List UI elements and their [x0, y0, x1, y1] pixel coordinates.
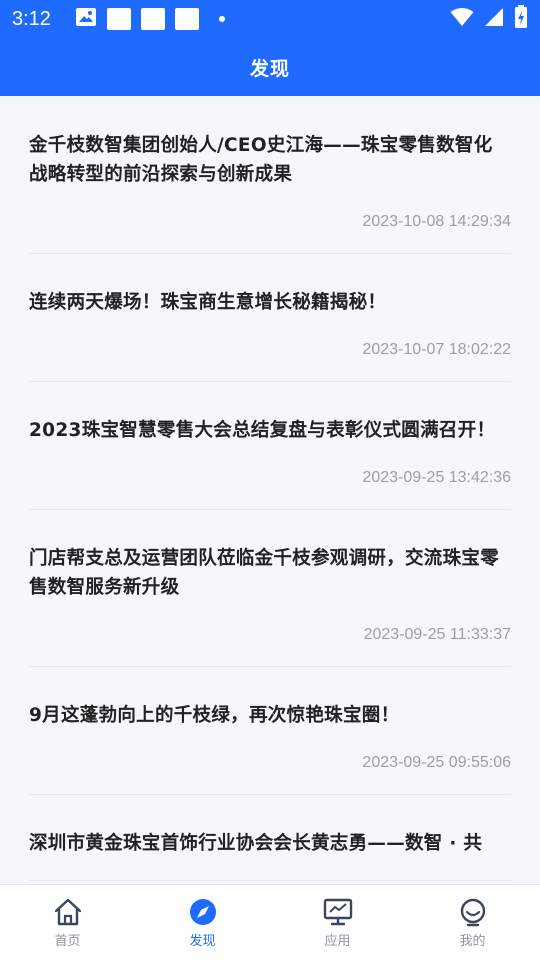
- article-item[interactable]: 2023珠宝智慧零售大会总结复盘与表彰仪式圆满召开！ 2023-09-25 13…: [29, 382, 511, 510]
- more-notifications-dot-icon: [218, 16, 225, 22]
- article-feed[interactable]: 金千枝数智集团创始人/CEO史江海——珠宝零售数智化战略转型的前沿探索与创新成果…: [0, 96, 540, 884]
- article-timestamp: 2023-09-25 11:33:37: [363, 626, 511, 643]
- article-title: 9月这蓬勃向上的千枝绿，再次惊艳珠宝圈！: [29, 705, 400, 726]
- notification-placeholder-icon: [174, 8, 199, 30]
- article-item[interactable]: 9月这蓬勃向上的千枝绿，再次惊艳珠宝圈！ 2023-09-25 09:55:06: [29, 667, 511, 795]
- status-bar: 3:12: [0, 0, 540, 38]
- image-notification-icon: [75, 7, 97, 31]
- page-title: 发现: [249, 57, 290, 80]
- article-item[interactable]: 门店帮支总及运营团队莅临金千枝参观调研，交流珠宝零售数智服务新升级 2023-0…: [29, 510, 511, 667]
- article-title: 连续两天爆场！珠宝商生意增长秘籍揭秘！: [29, 292, 387, 313]
- monitor-icon: [322, 897, 354, 927]
- page-header: 发现: [0, 38, 540, 96]
- tab-discover[interactable]: 发现: [135, 885, 270, 960]
- tab-me[interactable]: 我的: [405, 885, 540, 960]
- article-item[interactable]: 连续两天爆场！珠宝商生意增长秘籍揭秘！ 2023-10-07 18:02:22: [29, 254, 511, 382]
- cellular-signal-icon: [484, 7, 504, 31]
- compass-icon: [187, 897, 219, 927]
- profile-icon: [457, 897, 489, 927]
- notification-placeholder-icon: [106, 8, 131, 30]
- article-title: 门店帮支总及运营团队莅临金千枝参观调研，交流珠宝零售数智服务新升级: [29, 548, 500, 598]
- tab-apps[interactable]: 应用: [270, 885, 405, 960]
- home-icon: [52, 897, 84, 927]
- article-timestamp: 2023-09-25 09:55:06: [362, 754, 511, 771]
- status-time: 3:12: [12, 7, 51, 30]
- article-timestamp: 2023-10-08 14:29:34: [362, 213, 511, 230]
- bottom-tab-bar: 首页 发现 应用 我的: [0, 884, 540, 960]
- status-right: [450, 5, 528, 33]
- tab-label: 首页: [54, 934, 81, 949]
- app-root: 3:12 发现 金千枝数智集团创始人/CEO史江海——珠宝零售数智化战略转型的前…: [0, 0, 540, 960]
- tab-label: 应用: [324, 934, 351, 949]
- article-item[interactable]: 深圳市黄金珠宝首饰行业协会会长黄志勇——数智 · 共: [29, 795, 511, 881]
- notification-placeholder-icon: [140, 8, 165, 30]
- article-title: 深圳市黄金珠宝首饰行业协会会长黄志勇——数智 · 共: [29, 833, 483, 854]
- article-title: 金千枝数智集团创始人/CEO史江海——珠宝零售数智化战略转型的前沿探索与创新成果: [29, 135, 493, 185]
- article-timestamp: 2023-10-07 18:02:22: [362, 341, 511, 358]
- article-item[interactable]: 金千枝数智集团创始人/CEO史江海——珠宝零售数智化战略转型的前沿探索与创新成果…: [29, 96, 511, 254]
- tab-label: 发现: [189, 934, 216, 949]
- article-timestamp: 2023-09-25 13:42:36: [362, 469, 511, 486]
- wifi-icon: [450, 7, 474, 31]
- battery-icon: [514, 5, 528, 33]
- tab-label: 我的: [459, 934, 486, 949]
- article-title: 2023珠宝智慧零售大会总结复盘与表彰仪式圆满召开！: [29, 420, 496, 441]
- status-left: 3:12: [12, 7, 225, 31]
- tab-home[interactable]: 首页: [0, 885, 135, 960]
